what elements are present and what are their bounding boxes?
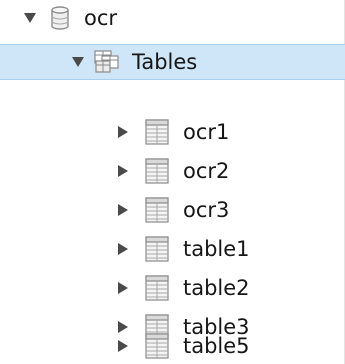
- expand-toggle-table[interactable]: [113, 336, 133, 356]
- tree-node-tables-folder[interactable]: Tables: [0, 44, 345, 80]
- tables-folder-label: Tables: [132, 49, 198, 74]
- expand-toggle-table[interactable]: [113, 239, 133, 259]
- table-label: table1: [183, 236, 250, 261]
- tables-folder-icon: [94, 48, 122, 76]
- triangle-right-icon: [117, 339, 129, 353]
- expand-toggle-table[interactable]: [113, 161, 133, 181]
- table-label: ocr2: [183, 158, 230, 183]
- database-label: ocr: [84, 5, 118, 30]
- table-icon: [143, 196, 171, 224]
- tree-node-table-table5[interactable]: table5: [0, 328, 345, 364]
- triangle-down-icon: [23, 12, 37, 24]
- expand-toggle-table[interactable]: [113, 278, 133, 298]
- tree-node-table-table2[interactable]: table2: [0, 270, 345, 306]
- triangle-right-icon: [117, 281, 129, 295]
- tree-node-table-ocr2[interactable]: ocr2: [0, 153, 345, 189]
- triangle-right-icon: [117, 203, 129, 217]
- triangle-right-icon: [117, 242, 129, 256]
- triangle-right-icon: [117, 125, 129, 139]
- table-label: ocr3: [183, 197, 230, 222]
- tree-node-table-ocr1[interactable]: ocr1: [0, 114, 345, 150]
- triangle-right-icon: [117, 164, 129, 178]
- table-icon: [143, 274, 171, 302]
- table-label: table5: [183, 333, 250, 358]
- expand-toggle-table[interactable]: [113, 122, 133, 142]
- table-icon: [143, 332, 171, 360]
- database-icon: [46, 4, 74, 32]
- table-icon: [143, 118, 171, 146]
- tree-node-table-ocr3[interactable]: ocr3: [0, 192, 345, 228]
- triangle-down-icon: [71, 56, 85, 68]
- table-label: table2: [183, 275, 250, 300]
- table-label: ocr1: [183, 119, 230, 144]
- expand-toggle-table[interactable]: [113, 200, 133, 220]
- tree-node-table-table1[interactable]: table1: [0, 231, 345, 267]
- tree-node-database-ocr[interactable]: ocr: [0, 0, 345, 36]
- table-icon: [143, 235, 171, 263]
- schema-tree: ocr Tables ocr1 ocr2 ocr3 table1 table2 …: [0, 0, 345, 364]
- expand-toggle-database[interactable]: [20, 8, 40, 28]
- table-icon: [143, 157, 171, 185]
- expand-toggle-tables[interactable]: [68, 52, 88, 72]
